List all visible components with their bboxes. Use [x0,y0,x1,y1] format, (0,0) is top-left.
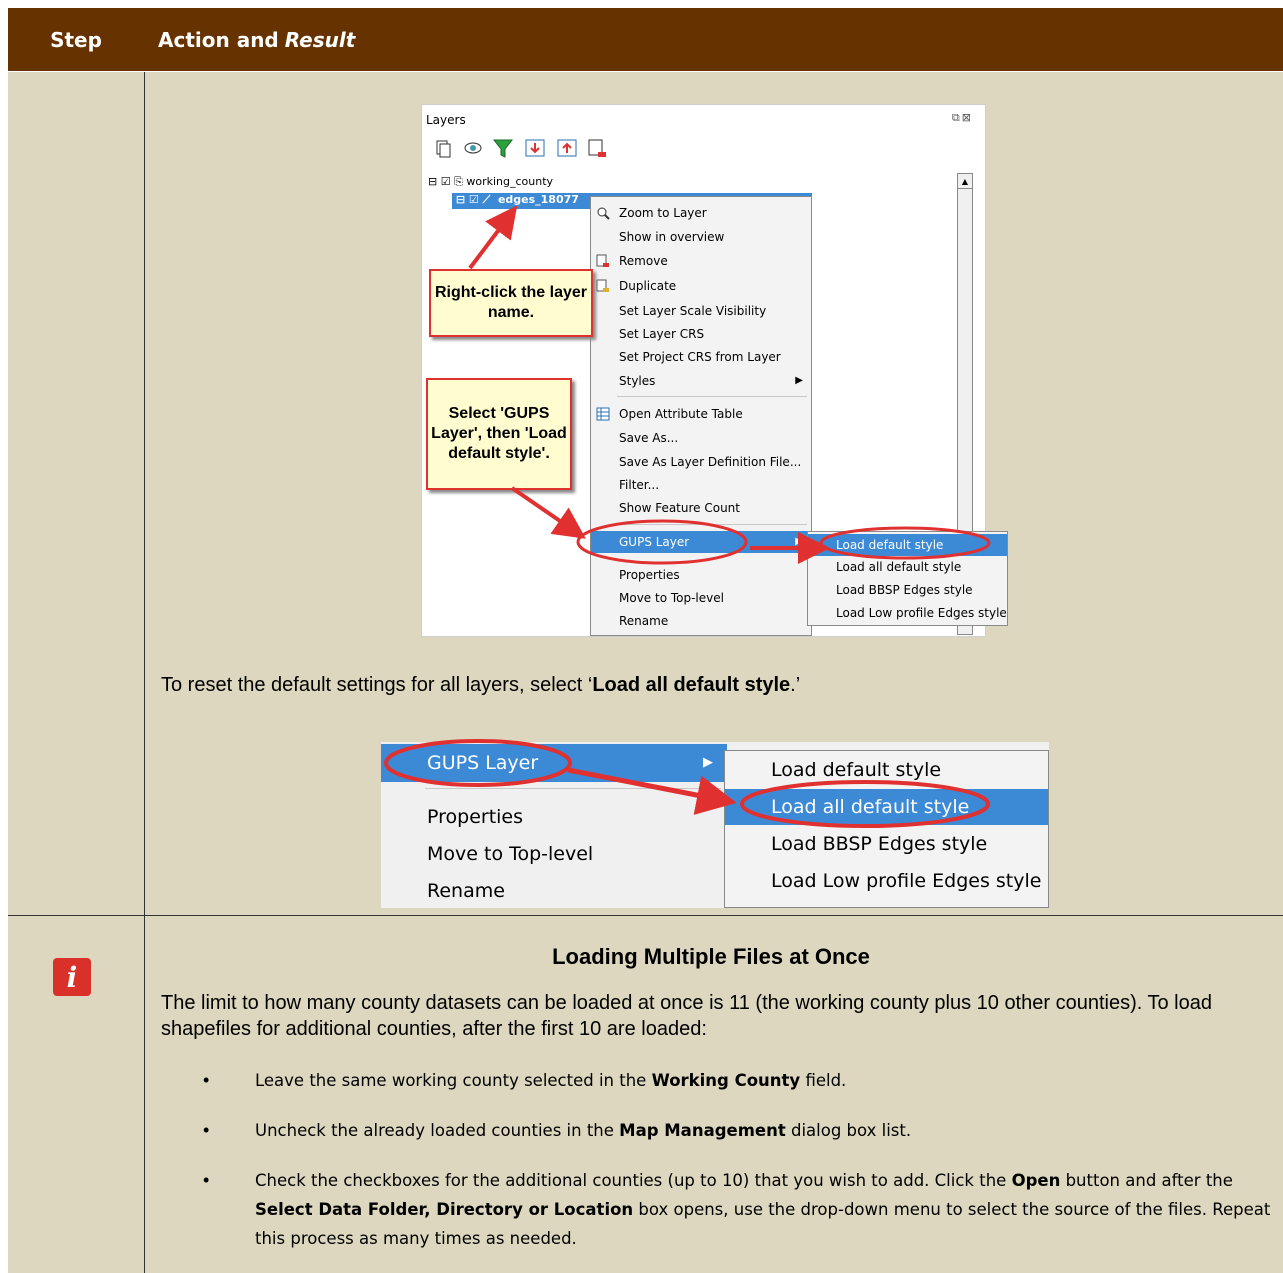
menu-item[interactable]: Set Layer Scale Visibility [591,300,811,322]
menu-separator [425,788,721,789]
gups-submenu: Load default style Load all default styl… [724,750,1049,908]
menu-item[interactable]: Set Project CRS from Layer [591,346,811,368]
context-menu: Zoom to Layer Show in overview Remove Du… [590,196,812,636]
bullet-icon: • [203,1070,210,1090]
submenu-item-load-all[interactable]: Load all default style [725,789,1048,825]
document: Step Action and Result Layers ⧉⊠ ⊟ ☑ ⎘ wo… [0,0,1283,1273]
scroll-up-icon[interactable]: ▲ [958,174,972,189]
note-heading: Loading Multiple Files at Once [552,944,870,969]
menu-separator [617,524,807,525]
menu-item[interactable]: Rename [381,872,727,908]
table-icon [596,407,610,421]
submenu-item[interactable]: Load Low profile Edges style [725,863,1048,899]
menu-item-gups-layer[interactable]: GUPS Layer ▶ [591,531,811,553]
menu-item[interactable]: Show in overview [591,226,811,248]
remove-layer-icon [588,139,606,157]
list-item: Uncheck the already loaded counties in t… [255,1121,912,1140]
collapse-all-icon [557,139,577,157]
submenu-item[interactable]: Load default style [725,752,1048,788]
submenu-arrow-icon: ▶ [795,375,803,386]
duplicate-icon [596,279,609,292]
menu-separator [617,396,807,397]
row-divider [8,915,1283,916]
submenu-item[interactable]: Load BBSP Edges style [725,826,1048,862]
menu-item[interactable]: Duplicate [591,275,811,297]
remove-icon [596,254,609,267]
submenu-item[interactable]: Load BBSP Edges style [808,579,1007,601]
reset-paragraph: To reset the default settings for all la… [161,674,801,696]
submenu-arrow-icon: ▶ [795,536,803,547]
gups-menu-screenshot: GUPS Layer ▶ Properties Move to Top-level… [381,742,1049,908]
submenu-item[interactable]: Load Low profile Edges style [808,602,1007,624]
menu-item[interactable]: Show Feature Count [591,497,811,519]
window-buttons: ⧉⊠ [951,111,973,124]
column-divider [144,72,145,1273]
submenu-item[interactable]: Load all default style [808,556,1007,578]
bullet-icon: • [203,1170,210,1190]
note-intro: The limit to how many county datasets ca… [161,992,1212,1040]
menu-item[interactable]: Properties [381,798,727,836]
menu-item[interactable]: Save As... [591,427,811,449]
callout-select-gups: Select 'GUPS Layer', then 'Load default … [426,378,572,490]
step-header: Step [50,27,102,52]
bullet-icon: • [203,1120,210,1140]
menu-item[interactable]: Move to Top-level [591,587,811,609]
table-header: Step Action and Result [8,8,1283,71]
list-item: Check the checkboxes for the additional … [255,1171,1271,1248]
menu-item[interactable]: Save As Layer Definition File... [591,451,811,473]
menu-item[interactable]: Move to Top-level [381,835,727,873]
info-icon: i [53,958,91,996]
expand-all-icon [525,139,545,157]
menu-item[interactable]: Styles ▶ [591,370,811,392]
menu-item-gups-layer[interactable]: GUPS Layer ▶ [381,744,727,782]
menu-item[interactable]: Rename [591,610,811,632]
menu-item[interactable]: Filter... [591,474,811,496]
layer-group-row[interactable]: ⊟ ☑ ⎘ working_county [428,175,553,189]
action-header: Action and Result [158,27,356,52]
menu-item[interactable]: Zoom to Layer [591,202,811,224]
menu-item[interactable]: Open Attribute Table [591,403,811,425]
list-item: Leave the same working county selected i… [255,1071,847,1090]
submenu-arrow-icon: ▶ [703,755,713,770]
gups-submenu: Load default style Load all default styl… [807,531,1008,626]
menu-item[interactable]: Properties [591,564,811,586]
filter-icon [492,139,514,158]
menu-item[interactable]: Set Layer CRS [591,323,811,345]
submenu-item[interactable]: Load default style [808,534,1007,556]
panel-title: Layers [426,113,466,127]
callout-right-click: Right-click the layer name. [429,269,593,337]
menu-item[interactable]: Remove [591,250,811,272]
add-group-icon [436,140,451,158]
eye-icon [464,142,482,154]
zoom-icon [597,207,610,220]
